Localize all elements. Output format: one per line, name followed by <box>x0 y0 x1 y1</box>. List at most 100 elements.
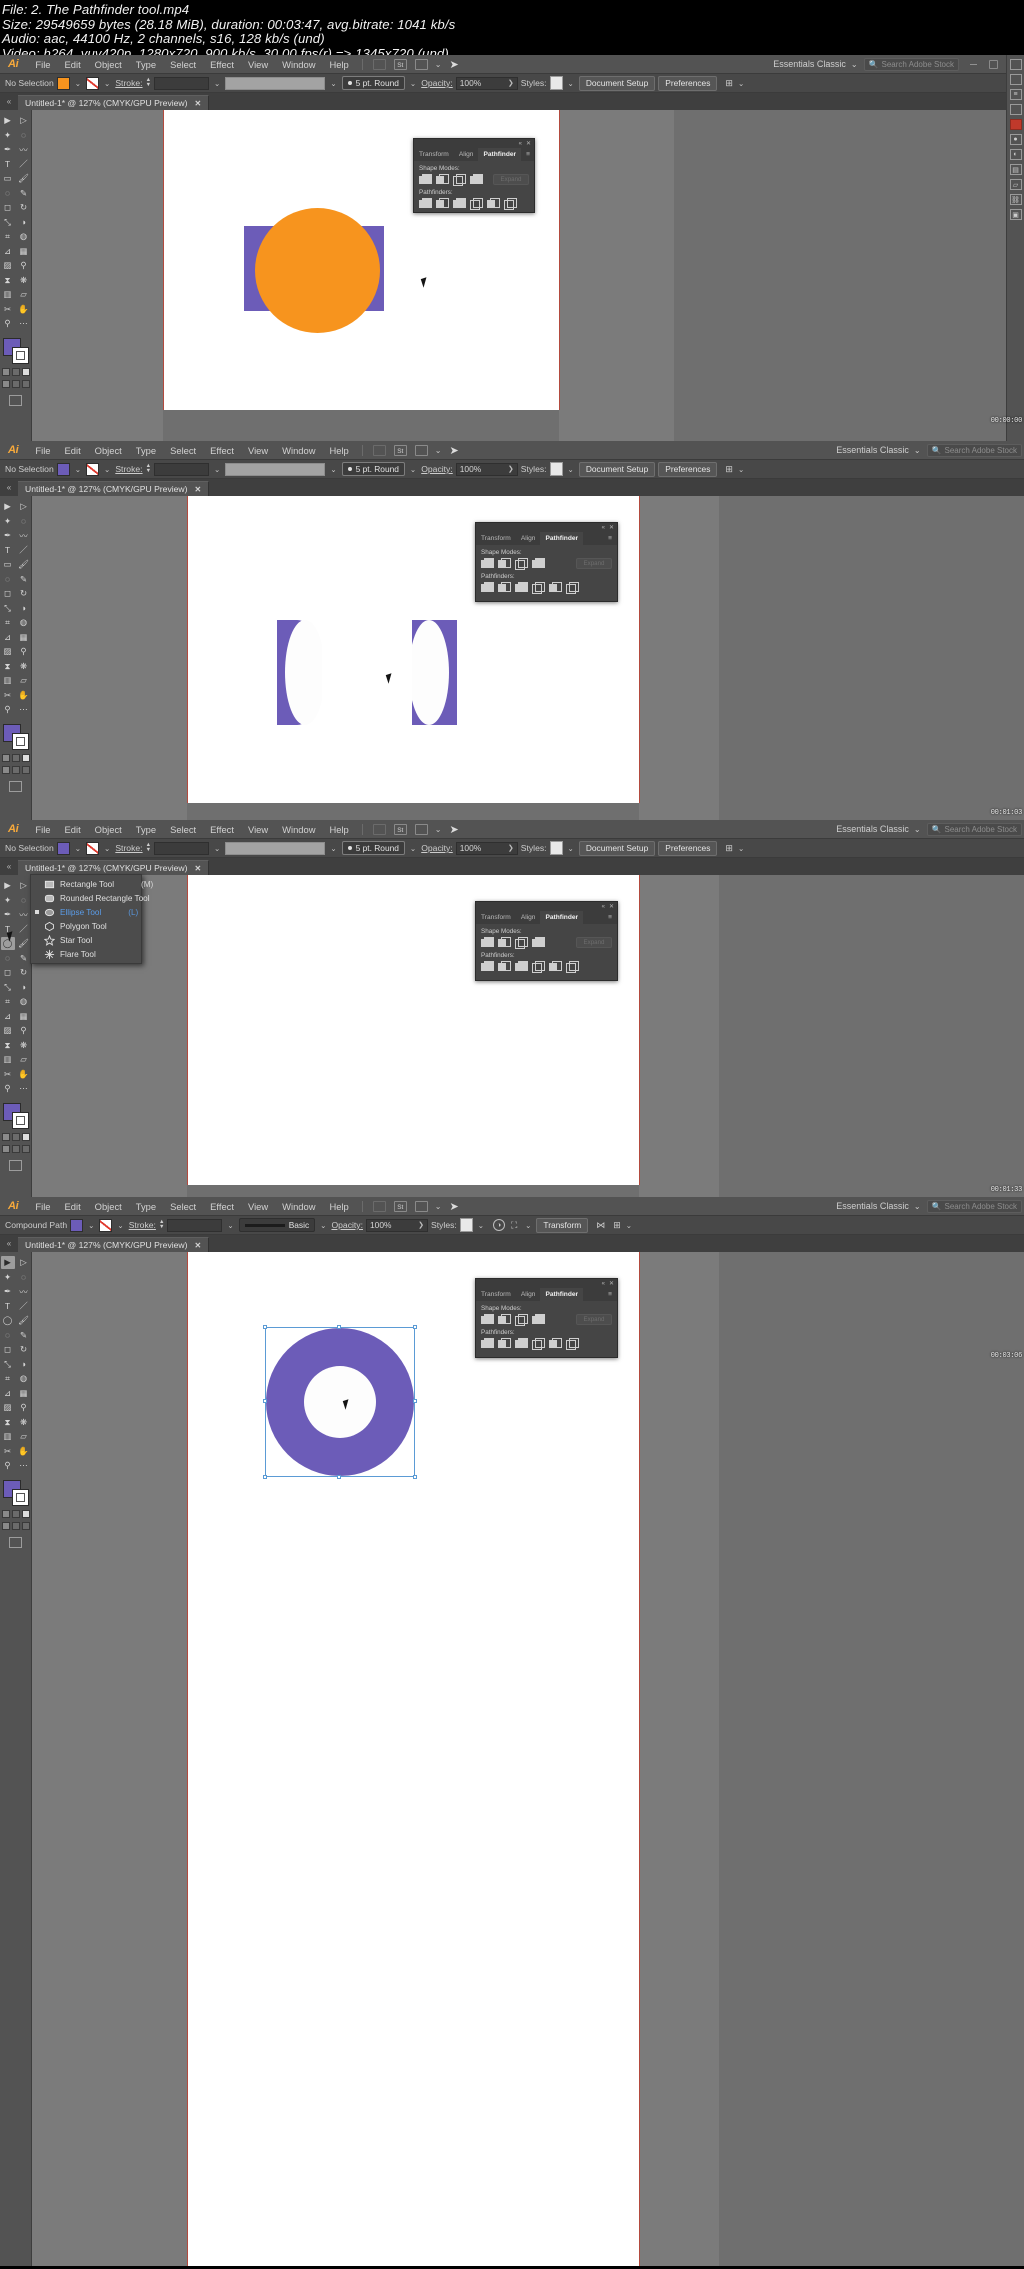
tool-lasso[interactable]: ◌ <box>17 894 31 907</box>
panel-collapse-icon[interactable]: « <box>519 141 522 147</box>
panel-collapse-icon[interactable]: « <box>602 525 605 531</box>
trim-button[interactable] <box>498 961 511 972</box>
tool-symbol-sprayer[interactable]: ❋ <box>17 660 31 673</box>
tool-gradient[interactable]: ▨ <box>1 1024 15 1037</box>
opacity-chevron-icon[interactable]: ❯ <box>508 465 514 473</box>
tool-lasso[interactable]: ◌ <box>17 129 31 142</box>
tab-transform[interactable]: Transform <box>476 1288 516 1301</box>
draw-normal-button[interactable] <box>1 379 10 388</box>
tool-gradient[interactable]: ▨ <box>1 1401 15 1414</box>
stroke-weight-field[interactable] <box>154 841 210 855</box>
stroke-profile-chevron-icon[interactable]: ⌄ <box>328 465 338 474</box>
close-icon[interactable]: ✕ <box>195 864 202 873</box>
tool-selection[interactable]: ▶ <box>1 114 15 127</box>
menu-file[interactable]: File <box>28 1201 57 1212</box>
shape-tool-flyout-menu[interactable]: Rectangle Tool (M) Rounded Rectangle Too… <box>30 874 153 964</box>
canvas-area[interactable]: « ✕ Transform Align Pathfinder ≡ Shape M… <box>32 110 1024 441</box>
menu-window[interactable]: Window <box>275 445 322 456</box>
tool-pencil[interactable]: ✎ <box>17 187 31 200</box>
dock-color-icon[interactable] <box>1009 59 1022 70</box>
tool-direct-selection[interactable]: ▷ <box>17 114 31 127</box>
tool-scale[interactable]: ⤡ <box>1 602 15 615</box>
tab-align[interactable]: Align <box>516 1288 541 1301</box>
tool-shaper[interactable]: ◌ <box>1 573 15 586</box>
bridge-icon[interactable] <box>372 58 386 70</box>
document-setup-button[interactable]: Document Setup <box>578 75 656 91</box>
stroke-weight-chevron-icon[interactable]: ⌄ <box>225 1221 235 1230</box>
minus-front-button[interactable] <box>498 558 511 569</box>
dock-artboards-icon[interactable]: ▱ <box>1009 179 1022 190</box>
tool-more[interactable]: ⋯ <box>17 1459 31 1472</box>
divide-button[interactable] <box>481 961 494 972</box>
unite-button[interactable] <box>481 1314 494 1325</box>
styles-chevron-icon[interactable]: ⌄ <box>566 465 576 474</box>
opacity-field[interactable]: 100% ❯ <box>455 76 518 90</box>
tool-pen[interactable]: ✒ <box>1 1285 15 1298</box>
bridge-icon[interactable] <box>372 444 386 456</box>
tool-scale[interactable]: ⤡ <box>1 1358 15 1371</box>
crop-button[interactable] <box>532 961 545 973</box>
tool-shape-builder[interactable]: ◍ <box>17 616 31 629</box>
tool-rotate[interactable]: ↻ <box>17 1343 31 1356</box>
tab-transform[interactable]: Transform <box>476 532 516 545</box>
workspace-chevron-icon[interactable]: ⌄ <box>914 446 921 455</box>
bridge-icon[interactable] <box>372 1200 386 1212</box>
panel-collapse-icon[interactable]: « <box>0 479 18 496</box>
arrange-documents-icon[interactable] <box>414 444 428 456</box>
tool-eraser[interactable]: ◻ <box>1 966 15 979</box>
menu-object[interactable]: Object <box>88 445 129 456</box>
draw-behind-button[interactable] <box>11 1144 20 1153</box>
isolate-chevron-icon[interactable]: ⌄ <box>523 1221 533 1230</box>
tool-hand[interactable]: ✋ <box>17 689 31 702</box>
stock-icon[interactable]: St <box>393 1200 407 1212</box>
align-chevron-icon[interactable]: ⌄ <box>624 1221 634 1230</box>
minus-back-button[interactable] <box>566 1338 579 1350</box>
tool-type[interactable]: T <box>1 544 15 557</box>
align-chevron-icon[interactable]: ⌄ <box>736 79 746 88</box>
document-tab[interactable]: Untitled-1* @ 127% (CMYK/GPU Preview) ✕ <box>18 860 210 875</box>
tab-transform[interactable]: Transform <box>414 148 454 161</box>
selection-handle[interactable] <box>263 1475 267 1479</box>
transform-button[interactable]: Transform <box>536 1217 589 1233</box>
tool-rotate[interactable]: ↻ <box>17 966 31 979</box>
draw-inside-button[interactable] <box>21 1521 30 1530</box>
document-tab[interactable]: Untitled-1* @ 127% (CMYK/GPU Preview) ✕ <box>18 95 210 110</box>
intersect-button[interactable] <box>515 1314 528 1326</box>
gradient-button[interactable] <box>11 1132 20 1141</box>
tool-selection[interactable]: ▶ <box>1 500 15 513</box>
tool-perspective-grid[interactable]: ⊿ <box>1 1387 15 1400</box>
tool-paintbrush[interactable]: 🖌 <box>17 1314 31 1327</box>
screen-mode-button[interactable] <box>9 780 22 792</box>
exclude-button[interactable] <box>532 558 545 569</box>
intersect-button[interactable] <box>515 558 528 570</box>
tool-mesh[interactable]: ▦ <box>17 1387 31 1400</box>
tool-eyedropper[interactable]: ⚲ <box>17 259 31 272</box>
menu-effect[interactable]: Effect <box>203 59 241 70</box>
tool-symbol-sprayer[interactable]: ❋ <box>17 274 31 287</box>
tool-rotate[interactable]: ↻ <box>17 201 31 214</box>
panel-collapse-icon[interactable]: « <box>0 1235 18 1252</box>
dock-links-icon[interactable]: ⛓ <box>1009 194 1022 205</box>
flyout-item-flare-tool[interactable]: Flare Tool <box>31 947 141 961</box>
expand-button[interactable]: Expand <box>576 937 612 948</box>
stroke-swatch[interactable] <box>86 76 100 90</box>
tab-pathfinder[interactable]: Pathfinder <box>478 148 522 161</box>
tool-symbol-sprayer[interactable]: ❋ <box>17 1039 31 1052</box>
menu-object[interactable]: Object <box>88 824 129 835</box>
unite-button[interactable] <box>419 174 432 185</box>
tab-align[interactable]: Align <box>516 911 541 924</box>
workspace-switcher[interactable]: Essentials Classic <box>836 1201 909 1211</box>
menu-select[interactable]: Select <box>163 59 203 70</box>
none-button[interactable] <box>21 1509 30 1518</box>
align-icon[interactable]: ⊞ <box>725 464 733 475</box>
tool-pencil[interactable]: ✎ <box>17 1329 31 1342</box>
panel-title-bar[interactable]: « ✕ <box>476 523 617 532</box>
align-icon[interactable]: ⊞ <box>725 843 733 854</box>
panel-close-icon[interactable]: ✕ <box>526 141 531 147</box>
minus-front-button[interactable] <box>498 937 511 948</box>
tool-shaper[interactable]: ◌ <box>1 187 15 200</box>
stroke-profile-field[interactable] <box>225 841 326 855</box>
tool-mesh[interactable]: ▦ <box>17 245 31 258</box>
tool-artboard[interactable]: ▱ <box>17 674 31 687</box>
panel-menu-icon[interactable]: ≡ <box>603 911 617 924</box>
